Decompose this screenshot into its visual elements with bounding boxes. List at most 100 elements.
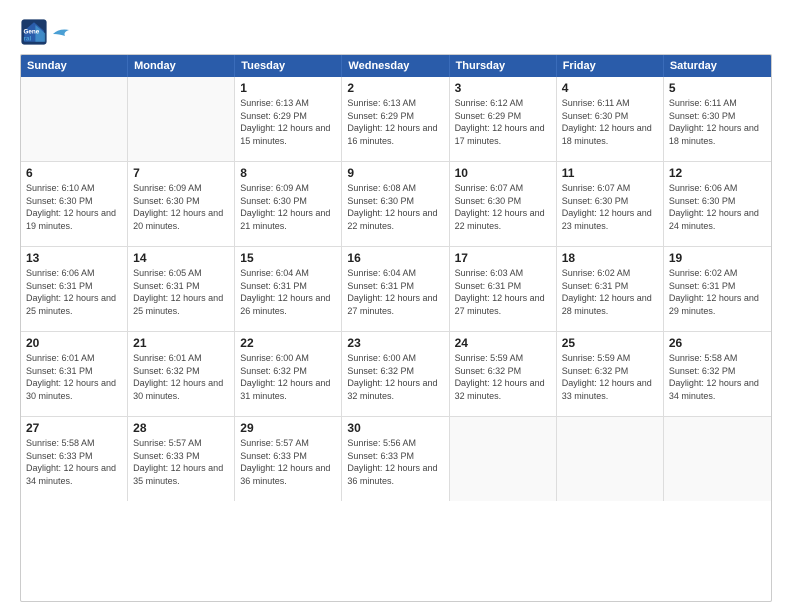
calendar-day-28: 28Sunrise: 5:57 AMSunset: 6:33 PMDayligh… (128, 417, 235, 501)
day-info: Sunrise: 5:57 AMSunset: 6:33 PMDaylight:… (133, 437, 229, 487)
day-info: Sunrise: 6:12 AMSunset: 6:29 PMDaylight:… (455, 97, 551, 147)
day-number: 17 (455, 251, 551, 265)
day-number: 21 (133, 336, 229, 350)
day-number: 10 (455, 166, 551, 180)
day-number: 14 (133, 251, 229, 265)
svg-text:ral: ral (24, 35, 32, 42)
calendar-day-26: 26 Sunrise: 5:58 AMSunset: 6:32 PMDayligh… (664, 332, 771, 416)
header-day-sunday: Sunday (21, 55, 128, 77)
day-number: 23 (347, 336, 443, 350)
calendar-day-27: 27 Sunrise: 5:58 AMSunset: 6:33 PMDayligh… (21, 417, 128, 501)
day-info: Sunrise: 6:01 AMSunset: 6:32 PMDaylight:… (133, 352, 229, 402)
calendar-week-5: 27 Sunrise: 5:58 AMSunset: 6:33 PMDayligh… (21, 417, 771, 501)
day-info: Sunrise: 6:04 AMSunset: 6:31 PMDaylight:… (240, 267, 336, 317)
day-number: 8 (240, 166, 336, 180)
calendar-header: SundayMondayTuesdayWednesdayThursdayFrid… (21, 55, 771, 77)
day-number: 12 (669, 166, 766, 180)
header-day-saturday: Saturday (664, 55, 771, 77)
calendar-day-5: 5 Sunrise: 6:11 AMSunset: 6:30 PMDaylight… (664, 77, 771, 161)
calendar: SundayMondayTuesdayWednesdayThursdayFrid… (20, 54, 772, 602)
calendar-day-30: 30 Sunrise: 5:56 AMSunset: 6:33 PMDayligh… (342, 417, 449, 501)
day-info: Sunrise: 5:59 AMSunset: 6:32 PMDaylight:… (455, 352, 551, 402)
calendar-day-11: 11 Sunrise: 6:07 AMSunset: 6:30 PMDayligh… (557, 162, 664, 246)
calendar-day-4: 4 Sunrise: 6:11 AMSunset: 6:30 PMDaylight… (557, 77, 664, 161)
calendar-week-2: 6Sunrise: 6:10 AMSunset: 6:30 PMDaylight… (21, 162, 771, 247)
day-info: Sunrise: 5:59 AMSunset: 6:32 PMDaylight:… (562, 352, 658, 402)
header-day-monday: Monday (128, 55, 235, 77)
day-info: Sunrise: 6:07 AMSunset: 6:30 PMDaylight:… (562, 182, 658, 232)
day-number: 11 (562, 166, 658, 180)
day-number: 24 (455, 336, 551, 350)
day-number: 15 (240, 251, 336, 265)
calendar-day-17: 17 Sunrise: 6:03 AMSunset: 6:31 PMDayligh… (450, 247, 557, 331)
calendar-day-3: 3 Sunrise: 6:12 AMSunset: 6:29 PMDaylight… (450, 77, 557, 161)
day-info: Sunrise: 5:57 AMSunset: 6:33 PMDaylight:… (240, 437, 336, 487)
day-number: 19 (669, 251, 766, 265)
day-info: Sunrise: 6:05 AMSunset: 6:31 PMDaylight:… (133, 267, 229, 317)
day-info: Sunrise: 5:56 AMSunset: 6:33 PMDaylight:… (347, 437, 443, 487)
day-info: Sunrise: 6:00 AMSunset: 6:32 PMDaylight:… (347, 352, 443, 402)
day-info: Sunrise: 6:09 AMSunset: 6:30 PMDaylight:… (133, 182, 229, 232)
calendar-day-empty (664, 417, 771, 501)
calendar-week-4: 20Sunrise: 6:01 AMSunset: 6:31 PMDayligh… (21, 332, 771, 417)
day-number: 27 (26, 421, 122, 435)
calendar-day-29: 29Sunrise: 5:57 AMSunset: 6:33 PMDayligh… (235, 417, 342, 501)
day-info: Sunrise: 6:00 AMSunset: 6:32 PMDaylight:… (240, 352, 336, 402)
day-number: 13 (26, 251, 122, 265)
calendar-day-20: 20Sunrise: 6:01 AMSunset: 6:31 PMDayligh… (21, 332, 128, 416)
header: Gene ral (20, 18, 772, 46)
calendar-body: 1 Sunrise: 6:13 AMSunset: 6:29 PMDaylight… (21, 77, 771, 501)
calendar-day-empty (128, 77, 235, 161)
svg-text:Gene: Gene (24, 28, 40, 35)
day-info: Sunrise: 6:11 AMSunset: 6:30 PMDaylight:… (669, 97, 766, 147)
calendar-day-10: 10Sunrise: 6:07 AMSunset: 6:30 PMDayligh… (450, 162, 557, 246)
day-info: Sunrise: 6:10 AMSunset: 6:30 PMDaylight:… (26, 182, 122, 232)
header-day-thursday: Thursday (450, 55, 557, 77)
day-info: Sunrise: 6:06 AMSunset: 6:30 PMDaylight:… (669, 182, 766, 232)
day-number: 16 (347, 251, 443, 265)
calendar-day-empty (21, 77, 128, 161)
day-info: Sunrise: 6:13 AMSunset: 6:29 PMDaylight:… (240, 97, 336, 147)
header-day-wednesday: Wednesday (342, 55, 449, 77)
day-info: Sunrise: 5:58 AMSunset: 6:33 PMDaylight:… (26, 437, 122, 487)
calendar-day-7: 7Sunrise: 6:09 AMSunset: 6:30 PMDaylight… (128, 162, 235, 246)
calendar-day-19: 19 Sunrise: 6:02 AMSunset: 6:31 PMDayligh… (664, 247, 771, 331)
day-number: 2 (347, 81, 443, 95)
day-number: 3 (455, 81, 551, 95)
day-info: Sunrise: 6:08 AMSunset: 6:30 PMDaylight:… (347, 182, 443, 232)
day-number: 4 (562, 81, 658, 95)
calendar-day-13: 13 Sunrise: 6:06 AMSunset: 6:31 PMDayligh… (21, 247, 128, 331)
header-day-tuesday: Tuesday (235, 55, 342, 77)
day-number: 25 (562, 336, 658, 350)
logo-icon: Gene ral (20, 18, 48, 46)
day-number: 5 (669, 81, 766, 95)
calendar-day-14: 14 Sunrise: 6:05 AMSunset: 6:31 PMDayligh… (128, 247, 235, 331)
calendar-day-8: 8Sunrise: 6:09 AMSunset: 6:30 PMDaylight… (235, 162, 342, 246)
day-info: Sunrise: 6:13 AMSunset: 6:29 PMDaylight:… (347, 97, 443, 147)
calendar-day-12: 12 Sunrise: 6:06 AMSunset: 6:30 PMDayligh… (664, 162, 771, 246)
day-number: 30 (347, 421, 443, 435)
day-info: Sunrise: 6:03 AMSunset: 6:31 PMDaylight:… (455, 267, 551, 317)
page: Gene ral SundayMondayTuesdayWednesdayThu… (0, 0, 792, 612)
day-info: Sunrise: 6:02 AMSunset: 6:31 PMDaylight:… (669, 267, 766, 317)
calendar-day-empty (450, 417, 557, 501)
logo: Gene ral (20, 18, 71, 46)
day-info: Sunrise: 6:06 AMSunset: 6:31 PMDaylight:… (26, 267, 122, 317)
day-info: Sunrise: 6:04 AMSunset: 6:31 PMDaylight:… (347, 267, 443, 317)
calendar-day-25: 25 Sunrise: 5:59 AMSunset: 6:32 PMDayligh… (557, 332, 664, 416)
calendar-day-2: 2 Sunrise: 6:13 AMSunset: 6:29 PMDaylight… (342, 77, 449, 161)
calendar-day-1: 1 Sunrise: 6:13 AMSunset: 6:29 PMDaylight… (235, 77, 342, 161)
day-info: Sunrise: 5:58 AMSunset: 6:32 PMDaylight:… (669, 352, 766, 402)
calendar-day-6: 6Sunrise: 6:10 AMSunset: 6:30 PMDaylight… (21, 162, 128, 246)
calendar-day-23: 23 Sunrise: 6:00 AMSunset: 6:32 PMDayligh… (342, 332, 449, 416)
calendar-day-18: 18Sunrise: 6:02 AMSunset: 6:31 PMDayligh… (557, 247, 664, 331)
calendar-day-21: 21 Sunrise: 6:01 AMSunset: 6:32 PMDayligh… (128, 332, 235, 416)
day-info: Sunrise: 6:11 AMSunset: 6:30 PMDaylight:… (562, 97, 658, 147)
day-number: 22 (240, 336, 336, 350)
calendar-week-3: 13 Sunrise: 6:06 AMSunset: 6:31 PMDayligh… (21, 247, 771, 332)
calendar-day-9: 9Sunrise: 6:08 AMSunset: 6:30 PMDaylight… (342, 162, 449, 246)
day-number: 1 (240, 81, 336, 95)
day-number: 26 (669, 336, 766, 350)
header-day-friday: Friday (557, 55, 664, 77)
day-number: 20 (26, 336, 122, 350)
